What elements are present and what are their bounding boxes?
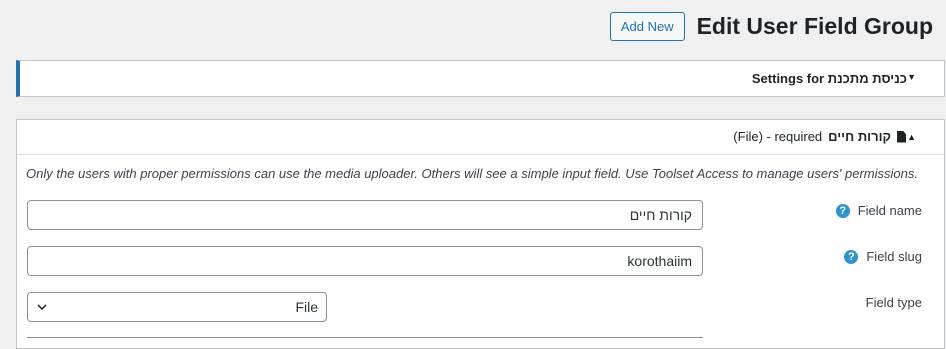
field-slug-label-text: Field slug bbox=[866, 249, 922, 264]
chevron-down-icon bbox=[37, 304, 47, 311]
field-slug-input[interactable]: korothaiim bbox=[27, 246, 703, 276]
caret-down-icon[interactable]: ▼ bbox=[907, 72, 916, 82]
field-panel-heading: קורות חיים (File) - required bbox=[733, 129, 906, 144]
permissions-notice: Only the users with proper permissions c… bbox=[26, 166, 918, 181]
field-name-input[interactable]: קורות חיים bbox=[27, 200, 703, 230]
page-header: Add New Edit User Field Group bbox=[609, 12, 933, 41]
field-type-select[interactable]: File bbox=[27, 292, 327, 322]
field-type-label-text: Field type bbox=[865, 295, 922, 310]
caret-up-icon[interactable]: ▲ bbox=[907, 132, 916, 142]
field-display-name: קורות חיים bbox=[828, 129, 891, 144]
settings-panel[interactable]: Settings for כניסת מתכנת ▼ bbox=[16, 60, 945, 97]
field-name-label-text: Field name bbox=[857, 203, 922, 218]
field-panel: ▲ קורות חיים (File) - required Only the … bbox=[16, 119, 945, 349]
page-title: Edit User Field Group bbox=[696, 13, 933, 39]
add-new-button[interactable]: Add New bbox=[609, 12, 685, 41]
settings-panel-title: Settings for כניסת מתכנת bbox=[751, 71, 907, 86]
document-icon bbox=[897, 130, 906, 143]
field-type-label: Field type bbox=[866, 295, 922, 310]
field-type-value: File bbox=[295, 299, 318, 315]
field-name-label: ? Field name bbox=[835, 203, 922, 218]
field-meta: (File) - required bbox=[733, 129, 823, 144]
field-panel-header[interactable]: ▲ קורות חיים (File) - required bbox=[17, 120, 944, 155]
field-slug-label: ? Field slug bbox=[844, 249, 922, 264]
help-icon[interactable]: ? bbox=[844, 249, 859, 264]
help-icon[interactable]: ? bbox=[835, 203, 850, 218]
